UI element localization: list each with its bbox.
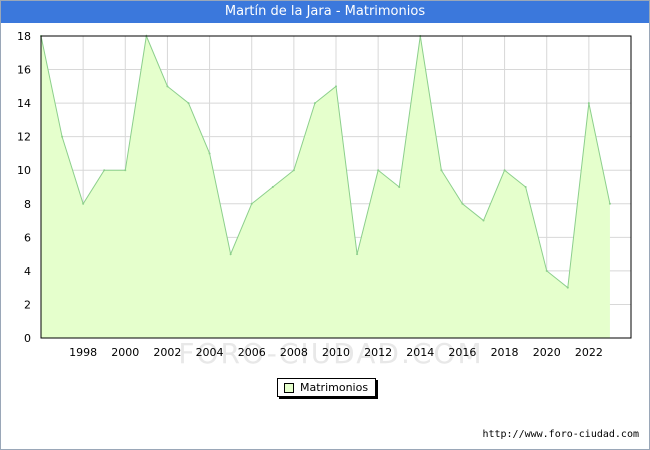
data-point-2002 xyxy=(166,85,169,88)
data-point-2021 xyxy=(566,286,569,289)
x-tick-label: 2004 xyxy=(196,346,224,359)
area-fill xyxy=(41,36,610,338)
x-tick-label: 2012 xyxy=(364,346,392,359)
y-tick-label: 2 xyxy=(24,298,31,311)
data-point-2007 xyxy=(271,186,274,188)
data-point-2003 xyxy=(187,102,190,105)
y-tick-label: 8 xyxy=(24,198,31,211)
data-point-2019 xyxy=(524,186,527,188)
y-tick-label: 14 xyxy=(17,97,31,110)
data-point-2005 xyxy=(229,253,232,256)
data-point-2023 xyxy=(608,202,611,205)
data-point-2008 xyxy=(292,169,295,172)
x-tick-label: 2016 xyxy=(448,346,476,359)
x-tick-label: 2002 xyxy=(153,346,181,359)
y-tick-label: 0 xyxy=(24,332,31,345)
y-axis-ticks: 0 2 4 6 8 10 12 14 16 18 xyxy=(17,30,31,345)
data-point-2006 xyxy=(250,202,253,205)
data-point-2012 xyxy=(377,169,380,172)
data-point-2015 xyxy=(440,169,443,172)
y-tick-label: 4 xyxy=(24,265,31,278)
data-point-2018 xyxy=(503,169,506,172)
y-tick-label: 18 xyxy=(17,30,31,43)
x-tick-label: 2018 xyxy=(491,346,519,359)
source-url[interactable]: http://www.foro-ciudad.com xyxy=(482,429,639,440)
x-tick-label: 2020 xyxy=(533,346,561,359)
data-point-2016 xyxy=(461,202,464,205)
y-tick-label: 10 xyxy=(17,164,31,177)
data-point-2010 xyxy=(335,85,337,88)
x-tick-label: 2006 xyxy=(238,346,266,359)
data-point-2022 xyxy=(587,102,590,105)
legend-label: Matrimonios xyxy=(300,381,369,394)
x-tick-label: 2010 xyxy=(322,346,350,359)
y-tick-label: 12 xyxy=(17,131,31,144)
x-tick-label: 2008 xyxy=(280,346,308,359)
y-tick-label: 6 xyxy=(24,231,31,244)
data-point-2017 xyxy=(482,219,485,222)
x-tick-label: 1998 xyxy=(69,346,97,359)
legend: Matrimonios xyxy=(277,378,376,397)
x-tick-label: 2000 xyxy=(111,346,139,359)
data-point-2011 xyxy=(356,253,359,256)
data-point-1997 xyxy=(61,135,64,138)
x-tick-label: 2014 xyxy=(406,346,434,359)
legend-swatch xyxy=(284,383,294,393)
data-point-1998 xyxy=(82,202,85,205)
data-point-2020 xyxy=(545,269,548,272)
data-point-2009 xyxy=(313,102,316,105)
area-series xyxy=(40,34,611,338)
chart-frame: Martín de la Jara - Matrimonios FORO-CIU… xyxy=(0,0,650,450)
data-point-2013 xyxy=(398,186,401,188)
data-point-1999 xyxy=(103,169,106,172)
data-point-2000 xyxy=(124,169,127,172)
x-tick-label: 2022 xyxy=(575,346,603,359)
data-point-2004 xyxy=(208,152,211,155)
x-axis-ticks: 1998 2000 2002 2004 2006 2008 2010 2012 2014 2016… xyxy=(69,346,603,359)
y-tick-label: 16 xyxy=(17,64,31,77)
